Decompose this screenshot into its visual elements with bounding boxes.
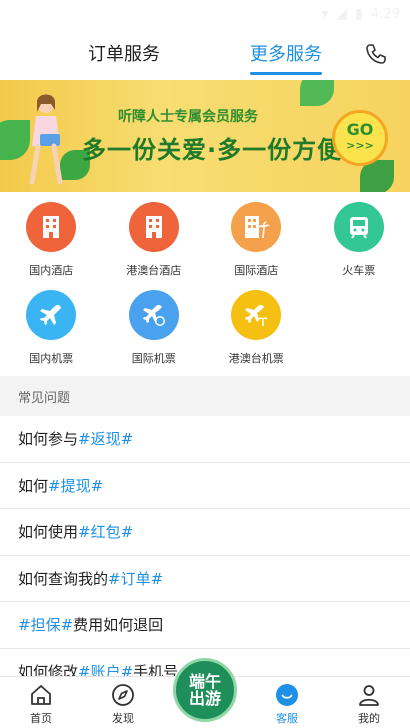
faq-section-title: 常见问题 [0, 376, 410, 416]
hotel-palm-icon [231, 202, 282, 252]
service-label: 港澳台酒店 [126, 264, 182, 277]
nav-label: 我的 [358, 712, 380, 725]
service-label: 国际酒店 [234, 264, 279, 277]
service-hk-macau-tw-flight[interactable]: 港澳台机票 [205, 288, 308, 376]
go-label: GO [346, 120, 374, 139]
service-domestic-flight[interactable]: 国内机票 [0, 288, 103, 376]
faq-tag: #担保# [18, 616, 74, 635]
faq-text: 费用如何退回 [73, 616, 164, 635]
service-label: 国际机票 [131, 352, 176, 365]
header: 订单服务 更多服务 [0, 28, 410, 80]
faq-list: 如何参与 #返现# 如何 #提现# 如何使用 #红包# 如何查询我的 #订单# #担保#… [0, 416, 410, 695]
compass-icon [112, 684, 134, 706]
nav-customer-service[interactable]: 客服 [246, 677, 328, 728]
faq-item-red-packet[interactable]: 如何使用 #红包# [0, 509, 410, 556]
phone-icon[interactable] [364, 42, 388, 66]
faq-text: 如何使用 [18, 523, 79, 542]
app-screen: ▾ ◢ ▮ 4:29 订单服务 更多服务 听障人士专属会员服务 多一份关爱·多一… [0, 0, 410, 728]
status-bar: ▾ ◢ ▮ 4:29 [0, 0, 410, 28]
service-hk-macau-tw-hotel[interactable]: 港澳台酒店 [103, 200, 206, 288]
plane-palm-icon [231, 290, 282, 340]
hotel-icon [26, 202, 77, 252]
service-international-flight[interactable]: 国际机票 [103, 288, 206, 376]
faq-tag: #返现# [78, 430, 134, 449]
faq-item-guarantee[interactable]: #担保# 费用如何退回 [0, 602, 410, 649]
promo-line1: 端午 [188, 672, 221, 691]
train-icon [333, 202, 384, 252]
tab-order-service[interactable]: 订单服务 [88, 40, 160, 66]
status-time: 4:29 [370, 6, 400, 22]
nav-label: 发现 [112, 712, 134, 725]
banner-headline: 多一份关爱·多一份方便 [82, 136, 343, 164]
faq-tag: #红包# [78, 523, 134, 542]
nav-home[interactable]: 首页 [0, 677, 82, 728]
promo-line2: 出游 [188, 689, 221, 708]
girl-illustration-icon [29, 94, 63, 185]
service-label: 国内机票 [29, 352, 74, 365]
wifi-icon: ▾ [321, 6, 329, 22]
service-label: 国内酒店 [29, 264, 74, 277]
hotel-icon [128, 202, 179, 252]
services-grid: 国内酒店 港澳台酒店 国际酒店 火车票 国内机票 国际机票 港澳台机票 [0, 192, 410, 376]
tab-more-service[interactable]: 更多服务 [250, 40, 322, 66]
service-label: 火车票 [342, 264, 376, 277]
faq-tag: #订单# [108, 569, 164, 588]
leaf-decoration [300, 80, 334, 106]
customer-service-icon [276, 684, 298, 706]
dragon-boat-promo-badge[interactable]: 端午 出游 [173, 658, 237, 722]
faq-tag: #提现# [48, 476, 104, 495]
faq-text: 如何参与 [18, 430, 79, 449]
nav-mine[interactable]: 我的 [328, 677, 410, 728]
signal-icon: ◢ [336, 6, 348, 22]
banner-subtitle: 听障人士专属会员服务 [118, 109, 258, 125]
plane-globe-icon [128, 290, 179, 340]
faq-item-withdraw[interactable]: 如何 #提现# [0, 463, 410, 509]
user-icon [359, 685, 379, 706]
service-label: 港澳台机票 [228, 352, 284, 365]
plane-icon [26, 290, 77, 340]
home-icon [31, 685, 51, 705]
service-domestic-hotel[interactable]: 国内酒店 [0, 200, 103, 288]
promo-banner[interactable]: 听障人士专属会员服务 多一份关爱·多一份方便 GO >>> [0, 80, 410, 192]
faq-text: 如何查询我的 [18, 569, 109, 588]
nav-label: 首页 [30, 712, 52, 725]
faq-item-orders[interactable]: 如何查询我的 #订单# [0, 556, 410, 602]
go-arrows: >>> [346, 139, 374, 152]
service-train-ticket[interactable]: 火车票 [308, 200, 410, 288]
faq-text: 如何 [18, 476, 49, 495]
faq-item-cashback[interactable]: 如何参与 #返现# [0, 416, 410, 463]
nav-discover[interactable]: 发现 [82, 677, 164, 728]
battery-icon: ▮ [355, 6, 363, 22]
service-international-hotel[interactable]: 国际酒店 [205, 200, 308, 288]
nav-label: 客服 [276, 712, 298, 725]
active-tab-indicator [250, 72, 322, 75]
banner-go-button[interactable]: GO >>> [332, 110, 388, 166]
